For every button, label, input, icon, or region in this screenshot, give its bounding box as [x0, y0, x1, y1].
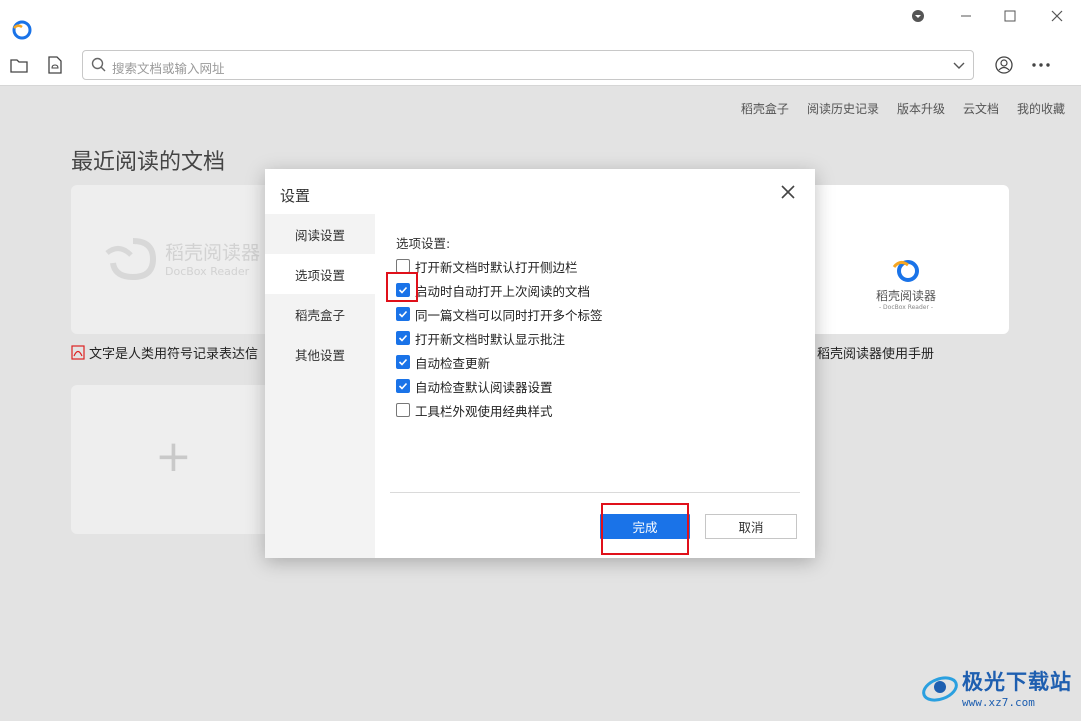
checkmark-icon — [398, 334, 408, 342]
watermark-title: 极光下载站 — [962, 669, 1072, 694]
checkmark-icon — [398, 358, 408, 366]
search-icon — [91, 57, 107, 76]
docbox-logo-text: 稻壳阅读器 — [165, 242, 261, 264]
option-label: 启动时自动打开上次阅读的文档 — [415, 283, 591, 299]
docbox-logo: 稻壳阅读器 DocBox Reader — [103, 233, 260, 283]
docbox-logo-icon — [105, 238, 157, 281]
more-options-icon[interactable] — [1030, 54, 1052, 76]
checkbox[interactable] — [396, 259, 410, 273]
recent-docs-title: 最近阅读的文档 — [71, 150, 226, 175]
divider — [390, 492, 800, 493]
option-auto-update[interactable]: 自动检查更新 — [396, 352, 490, 372]
app-logo-icon — [10, 18, 32, 40]
option-label: 自动检查默认阅读器设置 — [415, 379, 553, 395]
recent-doc-card[interactable]: 稻壳阅读器 - DocBox Reader - — [800, 185, 1009, 334]
option-show-annotations[interactable]: 打开新文档时默认显示批注 — [396, 328, 565, 348]
pdf-icon — [71, 345, 85, 364]
option-open-sidebar[interactable]: 打开新文档时默认打开侧边栏 — [396, 256, 578, 276]
settings-dialog: 设置 阅读设置 选项设置 稻壳盒子 其他设置 选项设置: 打开新文档时默认打开侧… — [265, 169, 815, 558]
link-docbox[interactable]: 稻壳盒子 — [741, 100, 789, 117]
tab-other-settings[interactable]: 其他设置 — [265, 334, 375, 374]
search-input[interactable]: 搜索文档或输入网址 — [82, 50, 974, 80]
top-links: 稻壳盒子 阅读历史记录 版本升级 云文档 我的收藏 — [741, 100, 1065, 117]
docbox-logo-icon — [892, 260, 919, 282]
user-avatar-icon[interactable] — [993, 54, 1015, 76]
add-document-card[interactable]: + — [71, 385, 281, 534]
option-restore-last-doc[interactable]: 启动时自动打开上次阅读的文档 — [396, 280, 590, 300]
highlight-box-checkbox — [386, 272, 418, 302]
maximize-button[interactable] — [990, 4, 1030, 28]
option-label: 同一篇文档可以同时打开多个标签 — [415, 307, 603, 323]
docbox-logo: 稻壳阅读器 - DocBox Reader - — [866, 255, 946, 311]
option-label: 自动检查更新 — [415, 355, 491, 371]
recent-doc-card[interactable]: 稻壳阅读器 DocBox Reader — [71, 185, 271, 334]
close-window-button[interactable] — [1037, 4, 1077, 28]
checkmark-icon — [398, 310, 408, 318]
title-bar — [0, 0, 1081, 44]
cloud-document-icon[interactable] — [44, 54, 66, 76]
checkbox[interactable] — [396, 403, 410, 417]
recent-doc-caption-text: 文字是人类用符号记录表达信 — [89, 347, 259, 362]
docbox-logo-text: 稻壳阅读器 — [875, 289, 936, 303]
checkbox-checked[interactable] — [396, 379, 410, 393]
checkbox-checked[interactable] — [396, 355, 410, 369]
tab-reading-settings[interactable]: 阅读设置 — [265, 214, 375, 254]
watermark-logo-icon — [922, 676, 958, 702]
recent-doc-caption[interactable]: 稻壳阅读器使用手册 — [817, 343, 934, 362]
watermark-url: www.xz7.com — [962, 695, 1035, 709]
option-multiple-tabs[interactable]: 同一篇文档可以同时打开多个标签 — [396, 304, 603, 324]
settings-sidebar: 阅读设置 选项设置 稻壳盒子 其他设置 — [265, 214, 375, 558]
highlight-box-done-button — [601, 503, 689, 555]
option-classic-toolbar[interactable]: 工具栏外观使用经典样式 — [396, 400, 553, 420]
watermark: 极光下载站 www.xz7.com — [920, 665, 1075, 709]
options-heading: 选项设置: — [396, 236, 451, 251]
link-upgrade[interactable]: 版本升级 — [897, 100, 945, 117]
minimize-button[interactable] — [946, 4, 986, 28]
search-placeholder: 搜索文档或输入网址 — [112, 61, 225, 76]
link-favorites[interactable]: 我的收藏 — [1017, 100, 1065, 117]
chevron-down-icon[interactable] — [951, 57, 967, 76]
close-icon[interactable] — [777, 181, 799, 203]
checkbox-checked[interactable] — [396, 307, 410, 321]
account-dropdown-icon[interactable] — [898, 4, 938, 28]
open-folder-icon[interactable] — [8, 54, 30, 76]
toolbar: 搜索文档或输入网址 — [0, 44, 1081, 86]
tab-option-settings[interactable]: 选项设置 — [265, 254, 375, 294]
tab-docbox[interactable]: 稻壳盒子 — [265, 294, 375, 334]
checkmark-icon — [398, 382, 408, 390]
plus-icon: + — [155, 431, 192, 482]
docbox-logo-subtext: - DocBox Reader - — [878, 304, 934, 311]
option-default-reader-check[interactable]: 自动检查默认阅读器设置 — [396, 376, 553, 396]
checkbox-checked[interactable] — [396, 331, 410, 345]
link-history[interactable]: 阅读历史记录 — [807, 100, 879, 117]
cancel-button[interactable]: 取消 — [705, 514, 797, 539]
recent-doc-caption[interactable]: 文字是人类用符号记录表达信 — [71, 343, 258, 364]
option-label: 打开新文档时默认显示批注 — [415, 331, 566, 347]
settings-content: 选项设置: 打开新文档时默认打开侧边栏 启动时自动打开上次阅读的文档 同一篇文档… — [375, 214, 815, 558]
link-cloud-docs[interactable]: 云文档 — [963, 100, 999, 117]
docbox-logo-subtext: DocBox Reader — [165, 265, 250, 278]
option-label: 工具栏外观使用经典样式 — [415, 403, 553, 419]
dialog-title: 设置 — [280, 187, 311, 205]
option-label: 打开新文档时默认打开侧边栏 — [415, 259, 578, 275]
